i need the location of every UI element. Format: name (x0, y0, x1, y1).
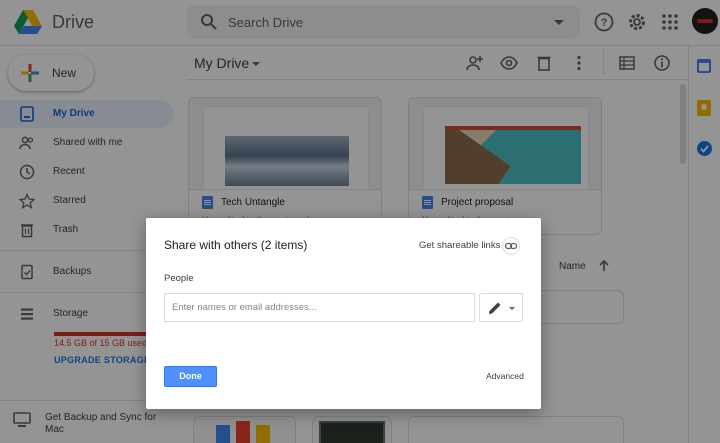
advanced-link[interactable]: Advanced (486, 371, 524, 381)
share-dialog: Share with others (2 items) Get shareabl… (146, 218, 541, 409)
done-button[interactable]: Done (164, 366, 217, 387)
chevron-down-icon (509, 307, 515, 310)
people-label: People (164, 273, 194, 284)
people-input[interactable] (164, 293, 475, 322)
get-shareable-link[interactable]: Get shareable links (419, 240, 500, 251)
permission-dropdown[interactable] (479, 293, 523, 322)
edit-pencil-icon (489, 302, 501, 314)
dialog-title: Share with others (2 items) (164, 238, 308, 252)
link-icon[interactable] (502, 237, 520, 255)
